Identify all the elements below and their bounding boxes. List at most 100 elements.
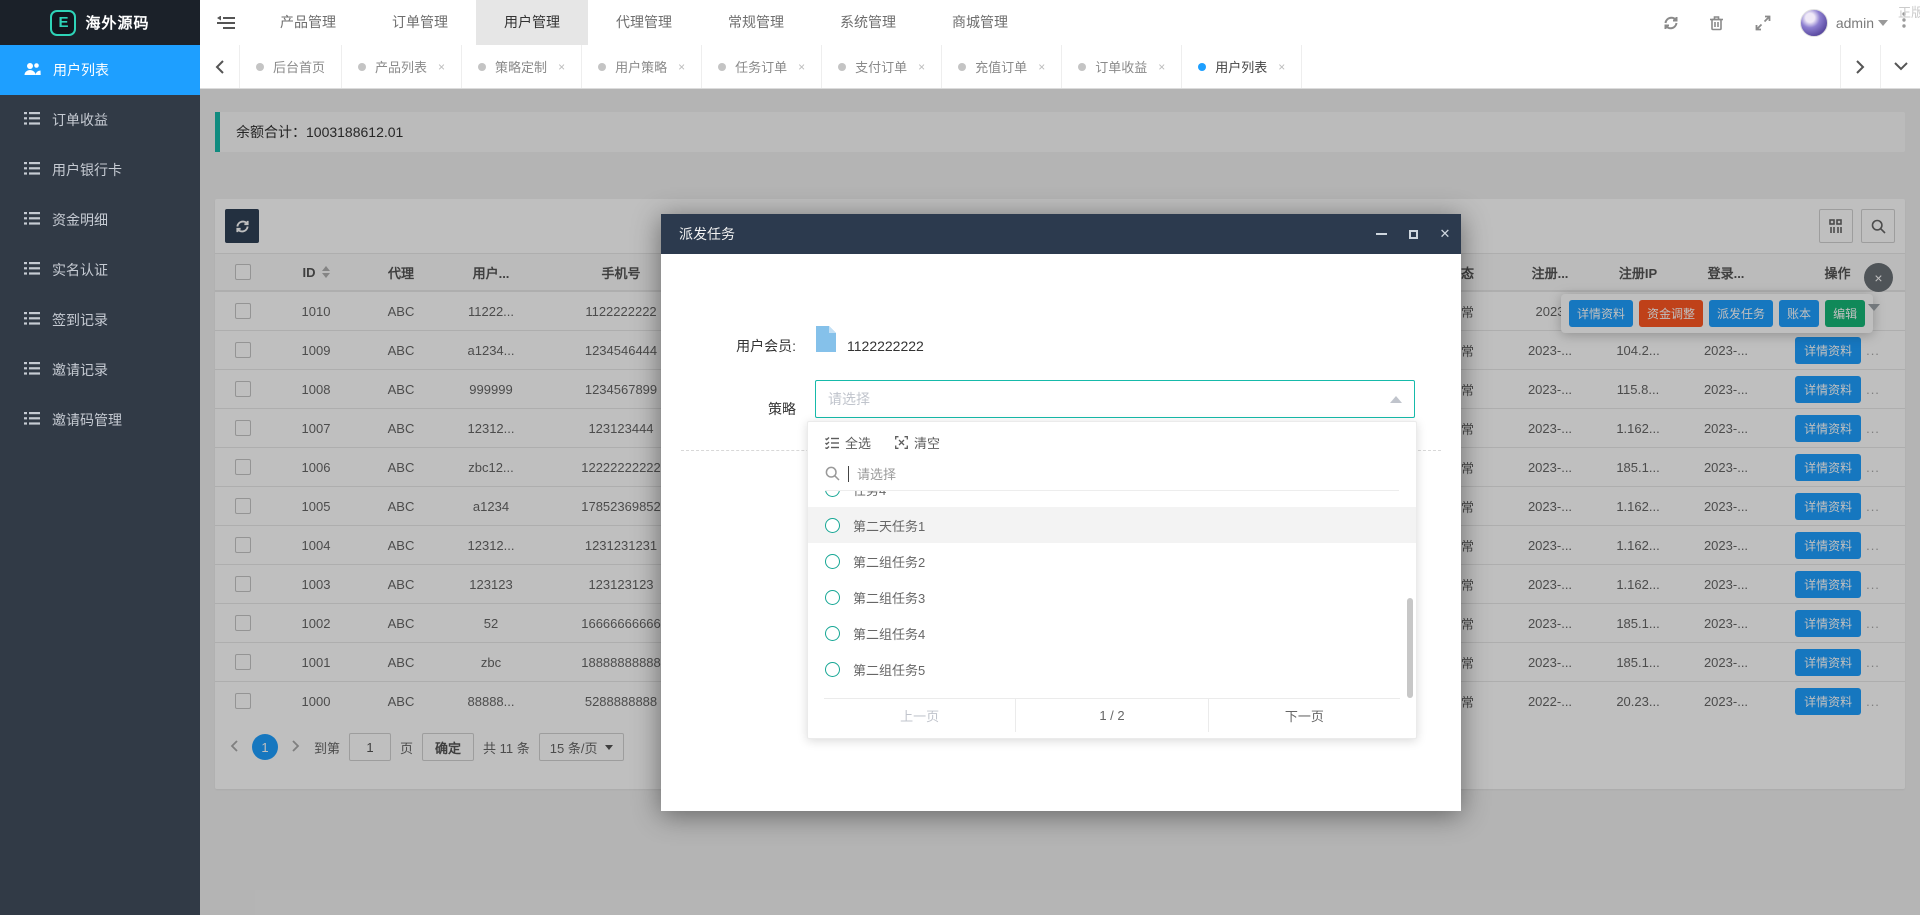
dropdown-option[interactable]: 第二组任务4 bbox=[808, 615, 1416, 651]
tab-item[interactable]: 充值订单 × bbox=[942, 45, 1062, 88]
top-menu-item[interactable]: 用户管理 bbox=[476, 0, 588, 45]
tab-close-icon[interactable]: × bbox=[1158, 60, 1165, 74]
radio-icon bbox=[825, 491, 840, 497]
select-caret-up-icon bbox=[1390, 396, 1402, 403]
dropdown-next-page[interactable]: 下一页 bbox=[1208, 699, 1400, 732]
logo-text: 海外源码 bbox=[85, 12, 149, 33]
tab-dot-icon bbox=[478, 63, 486, 71]
tab-dot-icon bbox=[358, 63, 366, 71]
fullscreen-icon[interactable] bbox=[1740, 15, 1786, 31]
list-icon bbox=[24, 312, 40, 328]
list-icon bbox=[24, 262, 40, 278]
strategy-select[interactable]: 请选择 bbox=[815, 380, 1415, 418]
tab-close-icon[interactable]: × bbox=[678, 60, 685, 74]
tab-item[interactable]: 后台首页 × bbox=[240, 45, 342, 88]
select-all-option[interactable]: 全选 bbox=[825, 433, 871, 452]
top-menu-item[interactable]: 产品管理 bbox=[252, 0, 364, 45]
tab-close-icon[interactable]: × bbox=[798, 60, 805, 74]
dropdown-prev-page[interactable]: 上一页 bbox=[824, 699, 1015, 732]
trash-icon[interactable] bbox=[1694, 15, 1740, 31]
tabs-scroll-left-icon[interactable] bbox=[200, 45, 240, 88]
tab-item[interactable]: 任务订单 × bbox=[702, 45, 822, 88]
sidebar-item[interactable]: 签到记录 bbox=[0, 295, 200, 345]
sidebar-item-label: 实名认证 bbox=[52, 260, 108, 280]
close-icon[interactable]: ✕ bbox=[1429, 214, 1461, 254]
modal-title: 派发任务 bbox=[679, 224, 735, 244]
watermark: 正版 bbox=[1898, 2, 1920, 21]
tab-dot-icon bbox=[1078, 63, 1086, 71]
tab-list: 后台首页 × 产品列表 × 策略定制 × 用户策略 bbox=[240, 45, 1840, 88]
tab-dot-icon bbox=[718, 63, 726, 71]
radio-icon bbox=[825, 518, 840, 533]
tab-dot-icon bbox=[838, 63, 846, 71]
radio-icon bbox=[825, 626, 840, 641]
dispatch-task-modal: 派发任务 ✕ 用户会员: 1122222222 策略 请选择 bbox=[661, 214, 1461, 811]
top-menu-item[interactable]: 系统管理 bbox=[812, 0, 924, 45]
tab-label: 订单收益 bbox=[1095, 57, 1147, 76]
tab-dot-icon bbox=[958, 63, 966, 71]
tab-dot-icon bbox=[598, 63, 606, 71]
logo-icon: E bbox=[50, 10, 76, 36]
radio-icon bbox=[825, 590, 840, 605]
top-menu-item[interactable]: 商城管理 bbox=[924, 0, 1036, 45]
dropdown-options: 任务4 第二天任务1 第二组任务2 bbox=[808, 491, 1416, 697]
dropdown-option[interactable]: 第二天任务1 bbox=[808, 507, 1416, 543]
sidebar-item[interactable]: 用户银行卡 bbox=[0, 145, 200, 195]
sidebar-item[interactable]: 订单收益 bbox=[0, 95, 200, 145]
tab-close-icon[interactable]: × bbox=[438, 60, 445, 74]
logo: E 海外源码 bbox=[0, 0, 200, 45]
clear-option[interactable]: 清空 bbox=[895, 433, 940, 452]
refresh-icon[interactable] bbox=[1648, 15, 1694, 31]
top-menu-item[interactable]: 订单管理 bbox=[364, 0, 476, 45]
sidebar-item[interactable]: 邀请码管理 bbox=[0, 395, 200, 445]
tab-item[interactable]: 策略定制 × bbox=[462, 45, 582, 88]
dropdown-option[interactable]: 第二组任务5 bbox=[808, 651, 1416, 687]
tab-close-icon[interactable]: × bbox=[1278, 60, 1285, 74]
list-check-icon bbox=[825, 437, 839, 449]
tab-item[interactable]: 支付订单 × bbox=[822, 45, 942, 88]
minimize-icon[interactable] bbox=[1365, 214, 1397, 254]
tab-label: 后台首页 bbox=[273, 57, 325, 76]
tab-label: 策略定制 bbox=[495, 57, 547, 76]
user-name[interactable]: admin bbox=[1836, 15, 1874, 31]
sidebar-item[interactable]: 用户列表 bbox=[0, 45, 200, 95]
dropdown-option-label: 第二天任务1 bbox=[853, 516, 925, 535]
tab-item[interactable]: 订单收益 × bbox=[1062, 45, 1182, 88]
app-window: E 海外源码 产品管理 订单管理 用户管理 代理管理 常规管理 系统管理 商城管… bbox=[0, 0, 1920, 915]
top-menu-item[interactable]: 常规管理 bbox=[700, 0, 812, 45]
tab-label: 产品列表 bbox=[375, 57, 427, 76]
tabs-scroll-right-icon[interactable] bbox=[1840, 45, 1880, 88]
users-icon bbox=[24, 62, 41, 79]
sidebar-item[interactable]: 资金明细 bbox=[0, 195, 200, 245]
tab-item[interactable]: 用户策略 × bbox=[582, 45, 702, 88]
dropdown-scrollbar[interactable] bbox=[1407, 598, 1413, 698]
sidebar-collapse-icon[interactable] bbox=[200, 0, 252, 45]
avatar[interactable] bbox=[1800, 9, 1828, 37]
member-label: 用户会员: bbox=[661, 334, 796, 358]
tab-item[interactable]: 产品列表 × bbox=[342, 45, 462, 88]
tab-close-icon[interactable]: × bbox=[1038, 60, 1045, 74]
clear-icon bbox=[895, 436, 908, 449]
dropdown-option[interactable]: 第二组任务3 bbox=[808, 579, 1416, 615]
select-all-label: 全选 bbox=[845, 433, 871, 452]
dropdown-search-placeholder: 请选择 bbox=[857, 464, 896, 483]
tabs-more-icon[interactable] bbox=[1880, 45, 1920, 88]
strategy-select-placeholder: 请选择 bbox=[828, 389, 870, 409]
list-icon bbox=[24, 112, 40, 128]
strategy-dropdown: 全选 清空 请选择 bbox=[807, 421, 1417, 739]
tab-close-icon[interactable]: × bbox=[918, 60, 925, 74]
radio-icon bbox=[825, 554, 840, 569]
dropdown-search[interactable]: 请选择 bbox=[825, 457, 1399, 491]
maximize-icon[interactable] bbox=[1397, 214, 1429, 254]
top-menu-item[interactable]: 代理管理 bbox=[588, 0, 700, 45]
dropdown-option[interactable]: 第二组任务2 bbox=[808, 543, 1416, 579]
tab-dot-icon bbox=[1198, 63, 1206, 71]
text-cursor bbox=[848, 466, 849, 482]
dropdown-option[interactable]: 任务4 bbox=[808, 491, 1416, 507]
sidebar-item[interactable]: 邀请记录 bbox=[0, 345, 200, 395]
modal-window-controls: ✕ bbox=[1365, 214, 1461, 254]
dropdown-toolbar: 全选 清空 bbox=[808, 422, 1416, 457]
tab-item[interactable]: 用户列表 × bbox=[1182, 45, 1302, 88]
tab-close-icon[interactable]: × bbox=[558, 60, 565, 74]
sidebar-item[interactable]: 实名认证 bbox=[0, 245, 200, 295]
